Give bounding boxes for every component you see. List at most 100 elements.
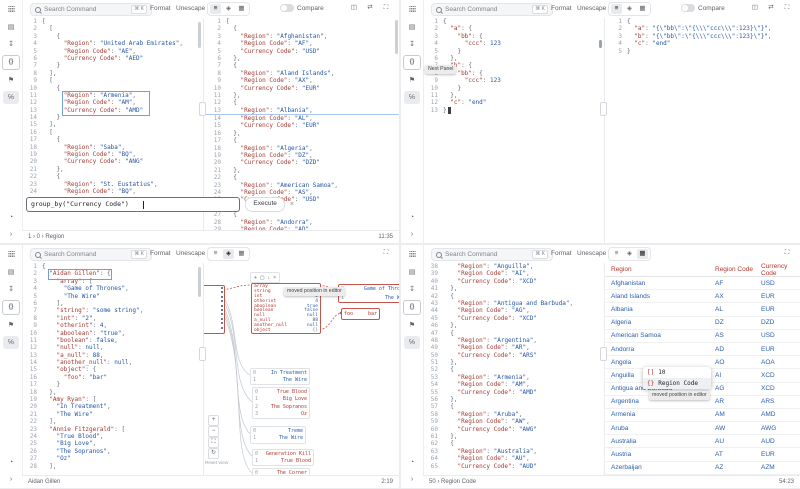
text-view-icon[interactable]: ≡ bbox=[210, 4, 221, 14]
code-line[interactable]: 10 { bbox=[22, 85, 203, 92]
zoom-fit-button[interactable]: ⛶ bbox=[208, 437, 219, 448]
code-line[interactable]: 13 "Region": "Albania", bbox=[206, 107, 399, 116]
document-icon[interactable]: ▤ bbox=[404, 266, 420, 279]
node-close-icon[interactable]: × bbox=[273, 275, 276, 281]
breadcrumb[interactable]: Aidan Gillen bbox=[28, 479, 60, 485]
code-line[interactable]: 4 "Game of Thrones", bbox=[22, 285, 203, 292]
json-view-icon[interactable]: {} bbox=[2, 55, 20, 70]
code-line[interactable]: 26 "The Sopranos", bbox=[22, 448, 203, 455]
table-view-icon[interactable]: ▦ bbox=[637, 4, 648, 14]
code-line[interactable]: 4 "Region": "United Arab Emirates", bbox=[22, 40, 203, 47]
code-line[interactable]: 44 "Region Code": "AG", bbox=[423, 307, 604, 314]
code-line[interactable]: 10 "Currency Code": "EUR" bbox=[206, 85, 399, 92]
table-view-icon[interactable]: ▦ bbox=[236, 4, 247, 14]
document-icon[interactable]: ▤ bbox=[404, 21, 420, 34]
json-editor-left[interactable]: 1{2 "a": {3 "bb": {4 "ccc": 1235 }6 },7 … bbox=[423, 18, 604, 243]
tools-icon[interactable]: ℅ bbox=[404, 91, 420, 104]
code-line[interactable]: 3 { bbox=[22, 33, 203, 40]
code-line[interactable]: 13 "a_null": 88, bbox=[22, 352, 203, 359]
code-line[interactable]: 5 } bbox=[423, 48, 604, 55]
zoom-reset-button[interactable]: ↻ bbox=[208, 448, 219, 459]
code-line[interactable]: 22 ], bbox=[22, 418, 203, 425]
json-editor-right[interactable]: 1{2 "a": "{\"bb\":\"{\\\"ccc\\\":123}\"}… bbox=[604, 18, 800, 243]
array-node[interactable]: 0Game of Thrones1The Wire bbox=[338, 284, 399, 303]
code-line[interactable]: 11 "Region": "Armenia", bbox=[22, 92, 203, 99]
code-line[interactable]: 10 } bbox=[423, 85, 604, 92]
code-line[interactable]: 20 "Currency Code": "DZD" bbox=[206, 159, 399, 166]
code-line[interactable]: 51 }, bbox=[423, 359, 604, 366]
code-line[interactable]: 6 }, bbox=[423, 55, 604, 62]
json-view-icon[interactable]: {} bbox=[2, 300, 20, 315]
code-line[interactable]: 8 "int": "2", bbox=[22, 315, 203, 322]
code-line[interactable]: 54 "Region Code": "AM", bbox=[423, 381, 604, 388]
code-line[interactable]: 15 "Currency Code": "EUR" bbox=[206, 122, 399, 129]
graph-view-icon[interactable]: ◈ bbox=[624, 249, 635, 259]
table-row[interactable]: Afghanistan AF USD bbox=[605, 277, 800, 291]
flag-icon[interactable]: ⚑ bbox=[3, 319, 19, 332]
code-line[interactable]: 16 }, bbox=[206, 130, 399, 137]
code-line[interactable]: 17 { bbox=[206, 137, 399, 144]
format-button[interactable]: Format bbox=[551, 250, 572, 257]
code-line[interactable]: 62 { bbox=[423, 440, 604, 447]
code-line[interactable]: 9 [ bbox=[22, 77, 203, 84]
code-line[interactable]: 7 { bbox=[206, 62, 399, 69]
json-editor-left[interactable]: 38 "Region": "Anguilla", 39 "Region Code"… bbox=[423, 263, 604, 476]
code-line[interactable]: 43 "Region": "Antigua and Barbuda", bbox=[423, 300, 604, 307]
help-icon[interactable]: ◔ bbox=[3, 211, 19, 224]
code-line[interactable]: 1[ bbox=[22, 18, 203, 25]
table-view-icon[interactable]: ▦ bbox=[637, 249, 648, 259]
code-line[interactable]: 4 "Region Code": "AF", bbox=[206, 40, 399, 47]
code-line[interactable]: 18 "Region": "Saba", bbox=[22, 144, 203, 151]
app-logo-icon[interactable]: ⣿⣿ bbox=[3, 249, 19, 262]
breadcrumb[interactable]: 50 › Region Code bbox=[429, 479, 476, 485]
compare-toggle[interactable]: Compare bbox=[681, 4, 725, 12]
annie-fitzgerald-node[interactable]: 0 True Blood 1 Big Love 2 The Sopranos 3 Oz bbox=[252, 387, 310, 419]
code-line[interactable]: 8 ], bbox=[22, 70, 203, 77]
code-line[interactable]: 16 [ bbox=[22, 129, 203, 136]
code-line[interactable]: 9 "otherint": 4, bbox=[22, 322, 203, 329]
code-line[interactable]: 15 "object": { bbox=[22, 366, 203, 373]
code-line[interactable]: 63 "Region": "Australia", bbox=[423, 448, 604, 455]
code-line[interactable]: 53 "Region": "Armenia", bbox=[423, 374, 604, 381]
code-line[interactable]: 9 "Region Code": "AX", bbox=[206, 77, 399, 84]
swap-panels-icon[interactable]: ⇄ bbox=[365, 3, 375, 13]
code-line[interactable]: 41 }, bbox=[423, 285, 604, 292]
code-line[interactable]: 21 }, bbox=[22, 166, 203, 173]
splitter-grip[interactable] bbox=[199, 347, 206, 361]
help-icon[interactable]: ◔ bbox=[404, 211, 420, 224]
code-line[interactable]: 3 "Region": "Afghanistan", bbox=[206, 33, 399, 40]
amy-ryan-node[interactable]: 0 In Treatment 1 The Wire bbox=[250, 368, 310, 385]
import-icon[interactable]: ↧ bbox=[404, 38, 420, 51]
fullscreen-icon[interactable]: ⛶ bbox=[782, 3, 792, 13]
collapse-icon[interactable]: › bbox=[3, 228, 19, 241]
code-line[interactable]: 57 { bbox=[423, 403, 604, 410]
import-icon[interactable]: ↧ bbox=[3, 38, 19, 51]
foo-bar-node[interactable]: foo bar bbox=[341, 308, 380, 320]
scrollbar-thumb[interactable] bbox=[198, 22, 201, 48]
code-line[interactable]: 5 "Currency Code": "USD" bbox=[206, 48, 399, 55]
tools-icon[interactable]: ℅ bbox=[3, 336, 19, 349]
table-row[interactable]: Aruba AW AWG bbox=[605, 422, 800, 436]
code-line[interactable]: 1{ bbox=[607, 18, 800, 25]
node-copy-icon[interactable]: ▢ bbox=[260, 275, 265, 281]
code-line[interactable]: 3 "bb": { bbox=[423, 33, 604, 40]
code-line[interactable]: 11 "boolean": false, bbox=[22, 337, 203, 344]
collapse-icon[interactable]: › bbox=[404, 473, 420, 486]
code-line[interactable]: 12 "null": null, bbox=[22, 344, 203, 351]
table-row[interactable]: Albania AL EUR bbox=[605, 303, 800, 317]
table-row[interactable]: Andorra AD EUR bbox=[605, 343, 800, 357]
code-line[interactable]: 23 "Region": "American Samoa", bbox=[206, 182, 399, 189]
code-line[interactable]: 23 "Annie Fitzgerald": [ bbox=[22, 426, 203, 433]
code-line[interactable]: 60 "Currency Code": "AWG" bbox=[423, 426, 604, 433]
swap-panels-icon[interactable]: ⇄ bbox=[766, 3, 776, 13]
code-line[interactable]: 4 "c": "end" bbox=[607, 40, 800, 47]
code-line[interactable]: 10 "aboolean": "true", bbox=[22, 330, 203, 337]
collapse-icon[interactable]: › bbox=[404, 228, 420, 241]
code-line[interactable]: 13 "Currency Code": "AMD" bbox=[22, 107, 203, 114]
code-line[interactable]: 2 { bbox=[206, 25, 399, 32]
code-line[interactable]: 4 "ccc": 123 bbox=[423, 40, 604, 47]
code-line[interactable]: 47 { bbox=[423, 330, 604, 337]
text-view-icon[interactable]: ≡ bbox=[210, 249, 221, 259]
compare-toggle[interactable]: Compare bbox=[280, 4, 324, 12]
code-line[interactable]: 42 { bbox=[423, 293, 604, 300]
